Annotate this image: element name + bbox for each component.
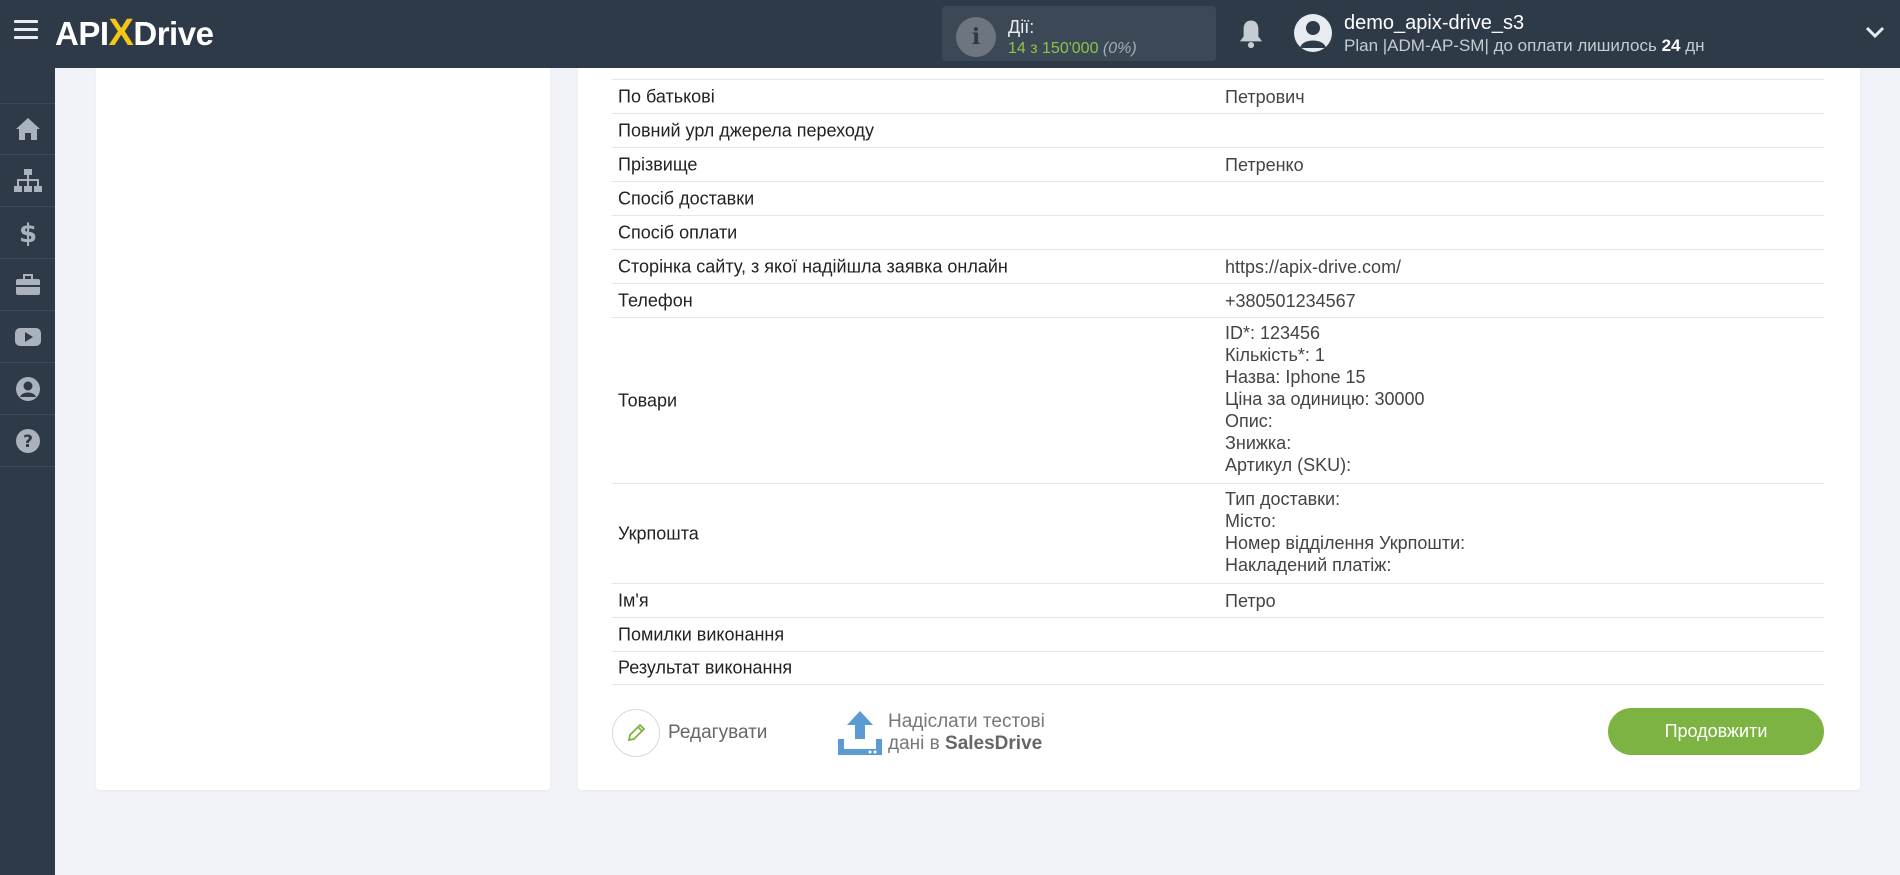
row-key: Телефон [618,290,693,310]
bell-icon[interactable] [1236,18,1266,50]
sidebar-item-help[interactable]: ? [0,415,55,467]
table-row: Помилки виконання [612,617,1824,651]
send-test-data-label: Надіслати тестові дані в SalesDrive [888,711,1045,755]
row-value-line: Накладений платіж: [1225,555,1392,575]
send-line1: Надіслати тестові [888,711,1045,732]
youtube-icon [14,327,41,346]
send-test-data-button[interactable]: Надіслати тестові дані в SalesDrive [836,709,1045,757]
sidebar-item-connections[interactable] [0,155,55,207]
row-key: Повний урл джерела переходу [618,120,875,140]
sidebar-item-profile[interactable] [0,363,55,415]
row-key: Помилки виконання [618,624,785,644]
user-name[interactable]: demo_apix-drive_s3 [1344,12,1524,35]
row-key: Спосіб доставки [618,188,755,208]
send-line2-prefix: дані в [888,733,940,754]
row-key: Укрпошта [618,523,699,543]
row-value: Петренко [1225,154,1304,175]
row-value-line: Місто: [1225,511,1277,531]
question-circle-icon: ? [15,428,40,453]
avatar[interactable] [1294,14,1332,52]
home-icon [15,118,40,140]
table-row: Сторінка сайту, з якої надійшла заявка о… [612,249,1824,283]
row-key: Прізвище [618,154,698,174]
briefcase-icon [15,273,40,295]
actions-counter[interactable]: i Дії: 14 з 150'000 (0%) [942,6,1216,61]
table-row: Спосіб доставки [612,181,1824,215]
sidebar-item-billing[interactable]: $ [0,207,55,259]
continue-button[interactable]: Продовжити [1608,708,1824,755]
main-panel: По батькові Петрович Повний урл джерела … [578,68,1860,790]
info-icon: i [956,17,996,57]
row-value-line: Кількість*: 1 [1225,345,1325,365]
data-table: По батькові Петрович Повний урл джерела … [612,68,1824,685]
row-value: Тип доставки: Місто: Номер відділення Ук… [1225,488,1465,576]
edit-button[interactable]: Редагувати [612,709,767,757]
user-icon [1300,21,1326,48]
edit-label: Редагувати [668,722,768,743]
row-key: Сторінка сайту, з якої надійшла заявка о… [618,256,1008,276]
dollar-icon: $ [18,219,36,247]
row-key: Товари [618,390,678,410]
row-value: +380501234567 [1225,290,1356,311]
row-value-line: Ціна за одиницю: 30000 [1225,389,1425,409]
table-row: Ім'я Петро [612,583,1824,617]
chevron-down-icon[interactable] [1864,24,1886,40]
row-key: Спосіб оплати [618,222,738,242]
sidebar-item-home[interactable] [0,103,55,155]
upload-icon [838,711,882,755]
svg-text:?: ? [23,432,33,452]
top-bar: APIXDrive i Дії: 14 з 150'000 (0%) demo_… [0,0,1900,68]
left-panel [96,68,550,790]
actions-count: 14 з 150'000 (0%) [1008,40,1137,57]
send-service: SalesDrive [945,733,1043,754]
sitemap-icon [13,168,42,192]
sidebar-item-video[interactable] [0,311,55,363]
table-row: Товари ID*: 123456 Кількість*: 1 Назва: … [612,317,1824,483]
row-value: Петрович [1225,86,1305,107]
row-value-line: Тип доставки: [1225,489,1341,509]
user-circle-icon [15,376,40,401]
table-row: Спосіб оплати [612,215,1824,249]
sidebar: $ ? [0,68,55,875]
row-value-line: Назва: Iphone 15 [1225,367,1366,387]
hamburger-menu-icon[interactable] [14,20,38,44]
row-value-line: Знижка: [1225,433,1292,453]
apix-drive-logo[interactable]: APIXDrive [55,12,214,55]
row-value-line: Опис: [1225,411,1273,431]
row-value-line: ID*: 123456 [1225,323,1321,343]
table-row: Телефон +380501234567 [612,283,1824,317]
svg-text:$: $ [18,219,36,247]
row-value: Петро [1225,590,1276,611]
row-value-line: Артикул (SKU): [1225,455,1352,475]
row-value-line: Номер відділення Укрпошти: [1225,533,1466,553]
plan-info: Plan |ADM-AP-SM| до оплати лишилось 24 д… [1344,36,1705,55]
row-value: ID*: 123456 Кількість*: 1 Назва: Iphone … [1225,322,1425,476]
table-row: Повний урл джерела переходу [612,113,1824,147]
table-row: Укрпошта Тип доставки: Місто: Номер відд… [612,483,1824,583]
table-row: По батькові Петрович [612,79,1824,113]
row-key: Ім'я [618,590,649,610]
table-row-cut [612,68,1824,79]
row-key: По батькові [618,86,715,106]
row-value: https://apix-drive.com/ [1225,256,1402,277]
sidebar-item-tools[interactable] [0,259,55,311]
table-row: Результат виконання [612,651,1824,685]
actions-label: Дії: [1008,17,1035,37]
row-key: Результат виконання [618,657,793,678]
pencil-icon [612,709,660,757]
table-row: Прізвище Петренко [612,147,1824,181]
